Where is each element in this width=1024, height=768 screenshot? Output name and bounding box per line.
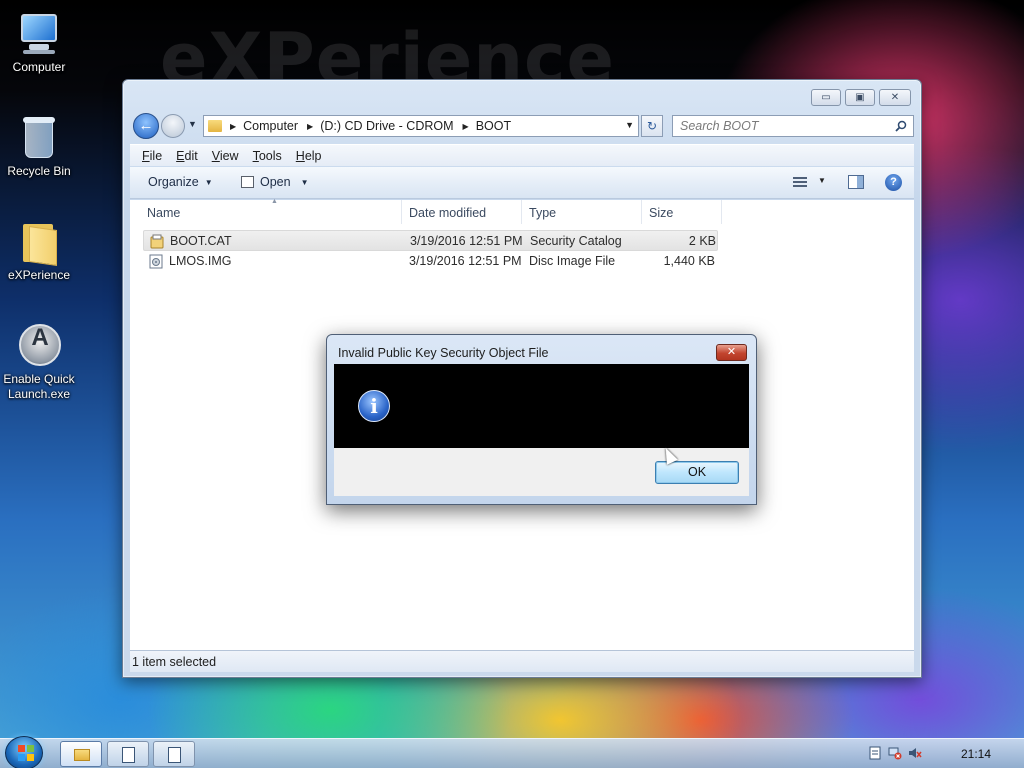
recent-pages-dropdown[interactable]: ▼: [188, 119, 197, 129]
computer-icon: [15, 10, 63, 56]
chevron-down-icon[interactable]: ▼: [301, 178, 309, 187]
file-size: 2 KB: [688, 234, 716, 248]
taskbar: 21:14: [0, 736, 1024, 768]
back-button[interactable]: ←: [133, 113, 159, 139]
navigation-bar: ← ▼ ▶ Computer ▶ (D:) CD Drive - CDROM ▶…: [131, 113, 914, 139]
disc-image-icon: [149, 254, 163, 269]
dialog-close-button[interactable]: ✕: [716, 344, 747, 361]
chevron-down-icon[interactable]: ▼: [818, 176, 826, 185]
dialog-footer: OK: [334, 448, 749, 496]
file-date: 3/19/2016 12:51 PM: [409, 254, 522, 268]
minimize-button[interactable]: ▭: [811, 89, 841, 106]
file-type: Security Catalog: [530, 234, 622, 248]
search-box: [672, 115, 914, 137]
menu-bar: File Edit View Tools Help: [130, 144, 914, 166]
document-icon: [122, 747, 135, 763]
folder-icon: [15, 218, 63, 266]
breadcrumb-cd-drive[interactable]: (D:) CD Drive - CDROM: [320, 119, 453, 133]
organize-label: Organize: [148, 175, 199, 189]
preview-pane-icon[interactable]: [848, 175, 864, 189]
taskbar-window-button[interactable]: [153, 741, 195, 767]
menu-file[interactable]: File: [142, 149, 162, 163]
window-controls: ▭ ▣ ✕: [811, 89, 911, 106]
status-bar: 1 item selected: [130, 650, 914, 672]
breadcrumb-computer[interactable]: Computer: [243, 119, 298, 133]
chevron-right-icon[interactable]: ▶: [307, 122, 313, 131]
open-icon: [241, 176, 254, 188]
file-row-boot-cat[interactable]: BOOT.CAT 3/19/2016 12:51 PM Security Cat…: [143, 230, 718, 251]
menu-tools[interactable]: Tools: [253, 149, 282, 163]
desktop-icon-recycle-bin[interactable]: Recycle Bin: [0, 114, 78, 179]
column-size[interactable]: Size: [642, 200, 722, 224]
status-text: 1 item selected: [132, 655, 217, 669]
message-dialog: Invalid Public Key Security Object File …: [326, 334, 757, 505]
file-date: 3/19/2016 12:51 PM: [410, 234, 523, 248]
file-row-lmos-img[interactable]: LMOS.IMG 3/19/2016 12:51 PM Disc Image F…: [143, 251, 718, 272]
desktop-icon-label: Computer: [12, 60, 66, 74]
action-center-icon[interactable]: [868, 746, 882, 760]
chevron-right-icon[interactable]: ▶: [463, 122, 469, 131]
folder-icon: [74, 749, 90, 761]
menu-help[interactable]: Help: [296, 149, 322, 163]
column-type[interactable]: Type: [522, 200, 642, 224]
desktop-icon-label: Launch.exe: [7, 387, 71, 401]
system-tray: [868, 746, 922, 760]
file-name: LMOS.IMG: [169, 254, 232, 268]
breadcrumb-boot[interactable]: BOOT: [476, 119, 511, 133]
forward-button[interactable]: [161, 114, 185, 138]
recycle-bin-icon: [15, 114, 63, 160]
information-icon: i: [358, 390, 390, 422]
taskbar-window-button[interactable]: [107, 741, 149, 767]
start-button[interactable]: [5, 736, 43, 768]
views-icon[interactable]: [793, 177, 807, 188]
desktop-icon-label: Enable Quick: [3, 372, 75, 386]
taskbar-explorer-button[interactable]: [60, 741, 102, 767]
document-icon: [168, 747, 181, 763]
network-disconnected-icon[interactable]: [888, 746, 902, 760]
help-icon[interactable]: ?: [885, 174, 902, 191]
organize-button[interactable]: Organize ▼: [148, 175, 213, 189]
open-label: Open: [260, 175, 291, 189]
menu-view[interactable]: View: [212, 149, 239, 163]
clock[interactable]: 21:14: [961, 747, 991, 761]
dialog-message-area: i: [334, 364, 749, 448]
volume-muted-icon[interactable]: [908, 746, 922, 760]
address-bar[interactable]: ▶ Computer ▶ (D:) CD Drive - CDROM ▶ BOO…: [203, 115, 639, 137]
search-input[interactable]: [673, 116, 873, 136]
dialog-title: Invalid Public Key Security Object File: [338, 346, 549, 360]
desktop-icon-experience[interactable]: eXPerience: [0, 218, 78, 283]
security-catalog-icon: [150, 234, 164, 249]
address-dropdown-icon[interactable]: ▼: [625, 120, 634, 130]
desktop-icon-enable-quick-launch[interactable]: A Enable Quick Launch.exe: [0, 322, 78, 402]
close-window-button[interactable]: ✕: [879, 89, 911, 106]
command-bar: Organize ▼ Open ▼ ▼ ?: [130, 167, 914, 199]
file-name: BOOT.CAT: [170, 234, 232, 248]
windows-logo-icon: [18, 745, 34, 761]
chevron-right-icon[interactable]: ▶: [230, 122, 236, 131]
open-button[interactable]: Open ▼: [241, 175, 309, 189]
search-icon[interactable]: [895, 120, 907, 132]
column-date-modified[interactable]: Date modified: [402, 200, 522, 224]
refresh-button[interactable]: ↻: [641, 115, 663, 137]
maximize-button[interactable]: ▣: [845, 89, 875, 106]
quick-launch-app-icon: A: [15, 322, 63, 368]
desktop-icon-computer[interactable]: Computer: [0, 10, 78, 75]
file-size: 1,440 KB: [663, 254, 715, 268]
desktop-icon-label: eXPerience: [7, 268, 71, 282]
menu-edit[interactable]: Edit: [176, 149, 198, 163]
desktop-icon-label: Recycle Bin: [7, 164, 71, 178]
chevron-down-icon: ▼: [204, 177, 213, 187]
column-name[interactable]: Name: [140, 200, 402, 224]
file-type: Disc Image File: [529, 254, 616, 268]
folder-icon: [208, 120, 222, 132]
